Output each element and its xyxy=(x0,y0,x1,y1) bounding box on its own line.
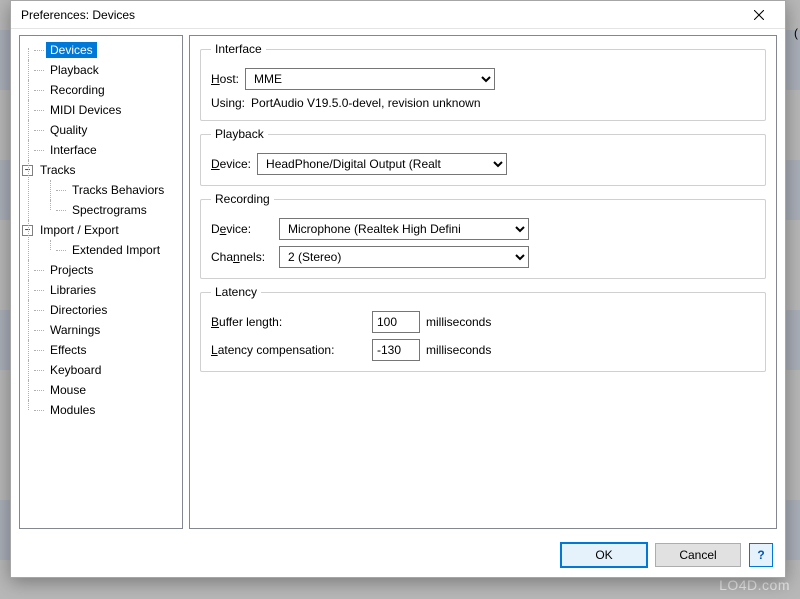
background-char: ( xyxy=(794,26,798,40)
tree-item-modules[interactable]: Modules xyxy=(22,400,180,420)
window-title: Preferences: Devices xyxy=(21,8,739,22)
dialog-buttons: OK Cancel ? xyxy=(11,535,785,577)
using-label: Using: xyxy=(211,96,245,110)
group-interface-legend: Interface xyxy=(211,42,266,56)
titlebar[interactable]: Preferences: Devices xyxy=(11,1,785,29)
tree-item-directories[interactable]: Directories xyxy=(22,300,180,320)
tree-item-quality[interactable]: Quality xyxy=(22,120,180,140)
close-button[interactable] xyxy=(739,4,779,26)
tree-item-effects[interactable]: Effects xyxy=(22,340,180,360)
tree-item-recording[interactable]: Recording xyxy=(22,80,180,100)
group-recording-legend: Recording xyxy=(211,192,274,206)
tree-item-spectrograms[interactable]: Spectrograms xyxy=(22,200,180,220)
group-playback-legend: Playback xyxy=(211,127,268,141)
channels-combo[interactable]: 2 (Stereo) xyxy=(279,246,529,268)
help-button[interactable]: ? xyxy=(749,543,773,567)
group-latency: Latency Buffer length: milliseconds Late… xyxy=(200,285,766,372)
watermark: LO4D.com xyxy=(719,577,790,593)
buffer-length-label: Buffer length: xyxy=(211,315,366,329)
group-recording: Recording Deevice:vice: Microphone (Real… xyxy=(200,192,766,279)
playback-device-label: Device: xyxy=(211,157,251,171)
collapse-icon[interactable]: − xyxy=(22,225,33,236)
channels-label: Channels: xyxy=(211,250,273,264)
cancel-button[interactable]: Cancel xyxy=(655,543,741,567)
recording-device-label: Deevice:vice: xyxy=(211,222,273,236)
buffer-length-input[interactable] xyxy=(372,311,420,333)
tree-item-libraries[interactable]: Libraries xyxy=(22,280,180,300)
group-interface: Interface Host: MME Using: PortAudio V19… xyxy=(200,42,766,121)
playback-device-combo[interactable]: HeadPhone/Digital Output (Realt xyxy=(257,153,507,175)
tree-item-import-export[interactable]: −Import / Export xyxy=(22,220,180,240)
comp-units: milliseconds xyxy=(426,343,491,357)
ok-button[interactable]: OK xyxy=(561,543,647,567)
settings-panel: Interface Host: MME Using: PortAudio V19… xyxy=(189,35,777,529)
latency-compensation-input[interactable] xyxy=(372,339,420,361)
tree-item-interface[interactable]: Interface xyxy=(22,140,180,160)
latency-compensation-label: Latency compensation: xyxy=(211,343,366,357)
tree-item-tracks[interactable]: −Tracks xyxy=(22,160,180,180)
recording-device-combo[interactable]: Microphone (Realtek High Defini xyxy=(279,218,529,240)
tree-item-playback[interactable]: Playback xyxy=(22,60,180,80)
close-icon xyxy=(754,10,764,20)
host-label: Host: xyxy=(211,72,239,86)
host-combo[interactable]: MME xyxy=(245,68,495,90)
group-playback: Playback Device: HeadPhone/Digital Outpu… xyxy=(200,127,766,186)
buffer-units: milliseconds xyxy=(426,315,491,329)
tree-item-warnings[interactable]: Warnings xyxy=(22,320,180,340)
tree-item-keyboard[interactable]: Keyboard xyxy=(22,360,180,380)
tree-item-midi-devices[interactable]: MIDI Devices xyxy=(22,100,180,120)
group-latency-legend: Latency xyxy=(211,285,261,299)
category-tree[interactable]: Devices Playback Recording MIDI Devices … xyxy=(19,35,183,529)
using-value: PortAudio V19.5.0-devel, revision unknow… xyxy=(251,96,480,110)
tree-item-tracks-behaviors[interactable]: Tracks Behaviors xyxy=(22,180,180,200)
tree-item-extended-import[interactable]: Extended Import xyxy=(22,240,180,260)
tree-item-mouse[interactable]: Mouse xyxy=(22,380,180,400)
collapse-icon[interactable]: − xyxy=(22,165,33,176)
tree-item-projects[interactable]: Projects xyxy=(22,260,180,280)
tree-item-devices[interactable]: Devices xyxy=(22,40,180,60)
preferences-dialog: Preferences: Devices Devices Playback Re… xyxy=(10,0,786,578)
